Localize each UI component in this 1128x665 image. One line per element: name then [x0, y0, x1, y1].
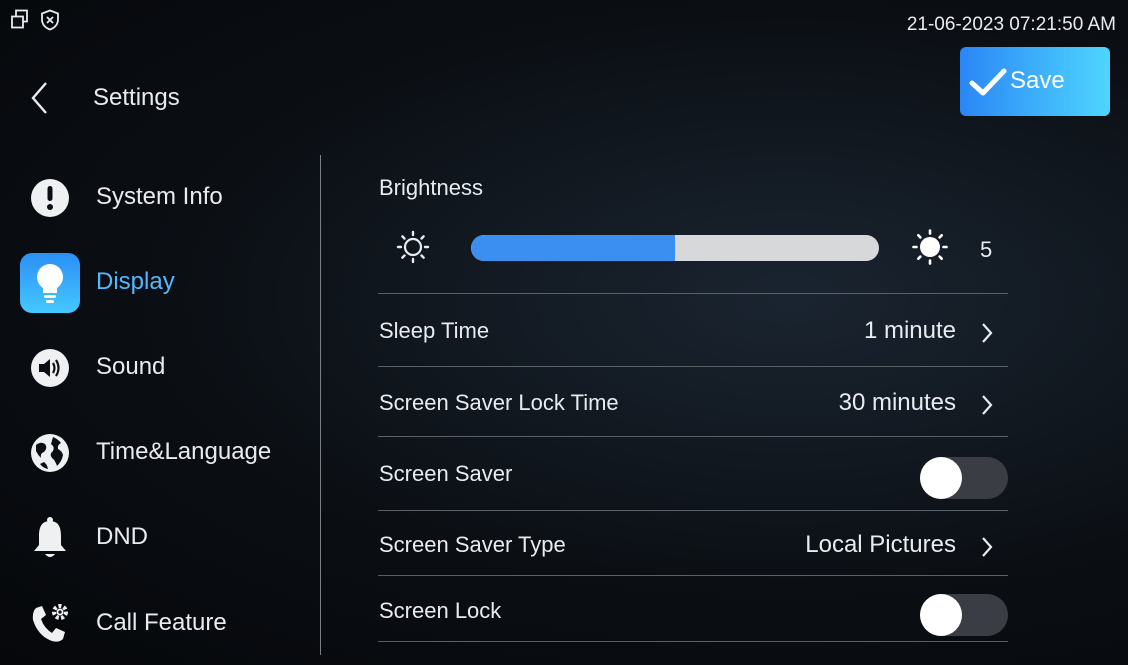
screen-saver-label: Screen Saver — [379, 461, 513, 486]
speaker-icon — [20, 338, 80, 398]
brightness-value: 5 — [980, 237, 993, 262]
save-label: Save — [1010, 66, 1065, 94]
screen-lock-row: Screen Lock — [378, 584, 1008, 640]
screen-saver-type-value: Local Pictures — [805, 531, 956, 558]
chevron-left-icon — [31, 82, 47, 114]
info-icon — [20, 168, 80, 228]
brightness-label: Brightness — [379, 175, 483, 200]
sidebar-item-sound[interactable]: Sound — [20, 338, 310, 398]
sidebar-item-call-feature[interactable]: Call Feature — [20, 594, 310, 654]
bulb-icon — [20, 253, 80, 313]
sidebar-item-system-info[interactable]: System Info — [20, 168, 310, 228]
screen-saver-lock-time-value: 30 minutes — [838, 389, 956, 416]
sidebar-item-label: System Info — [96, 183, 223, 210]
screen-saver-lock-time-label: Screen Saver Lock Time — [379, 390, 619, 415]
divider — [378, 510, 1008, 511]
divider — [378, 293, 1008, 294]
phone-gear-icon — [20, 594, 80, 654]
chevron-right-icon — [982, 323, 993, 343]
screen-saver-type-label: Screen Saver Type — [379, 532, 566, 557]
sidebar-item-display[interactable]: Display — [20, 253, 310, 313]
toggle-knob — [920, 457, 962, 499]
screen-saver-type-row[interactable]: Screen Saver Type Local Pictures — [378, 518, 1008, 574]
sidebar-item-label: Display — [96, 268, 175, 295]
check-icon — [969, 68, 1007, 95]
screen-lock-toggle[interactable] — [920, 594, 1008, 636]
brightness-high-icon — [912, 229, 948, 265]
sidebar-item-label: Call Feature — [96, 609, 227, 636]
status-datetime: 21-06-2023 07:21:50 AM — [906, 14, 1116, 35]
windows-icon — [11, 9, 28, 29]
sidebar-item-label: Sound — [96, 353, 166, 380]
screen-saver-toggle[interactable] — [920, 457, 1008, 499]
sleep-time-value: 1 minute — [863, 317, 956, 344]
brightness-low-icon — [396, 230, 430, 264]
bell-icon — [20, 508, 80, 568]
brightness-slider[interactable] — [471, 235, 879, 261]
sleep-time-row[interactable]: Sleep Time 1 minute — [378, 304, 1008, 360]
screen-lock-label: Screen Lock — [379, 598, 502, 623]
sidebar-item-time-language[interactable]: Time&Language — [20, 423, 310, 483]
sidebar-divider — [320, 155, 321, 655]
screen-saver-row: Screen Saver — [378, 447, 1008, 503]
screen-saver-lock-time-row[interactable]: Screen Saver Lock Time 30 minutes — [378, 376, 1008, 432]
divider — [378, 436, 1008, 437]
sidebar-item-dnd[interactable]: DND — [20, 508, 310, 568]
status-icons — [10, 9, 60, 31]
toggle-knob — [920, 594, 962, 636]
page-title: Settings — [93, 84, 180, 111]
divider — [378, 575, 1008, 576]
sidebar-item-label: DND — [96, 523, 148, 550]
divider — [378, 366, 1008, 367]
chevron-right-icon — [982, 395, 993, 415]
brightness-slider-fill — [471, 235, 675, 261]
sleep-time-label: Sleep Time — [379, 318, 490, 343]
shield-x-icon — [41, 9, 59, 31]
divider — [378, 641, 1008, 642]
save-button[interactable]: Save — [960, 47, 1110, 116]
sidebar-item-label: Time&Language — [96, 438, 272, 465]
back-button[interactable] — [26, 80, 56, 116]
chevron-right-icon — [982, 537, 993, 557]
globe-icon — [20, 423, 80, 483]
